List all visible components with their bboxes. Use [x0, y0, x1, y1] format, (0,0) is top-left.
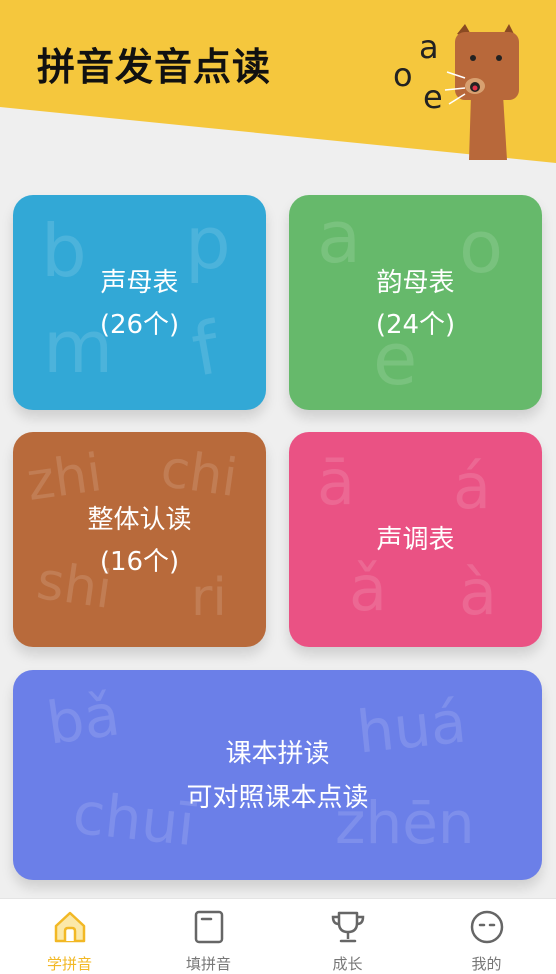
nav-item-mine[interactable]: 我的	[417, 899, 556, 974]
nav-item-fill-pinyin[interactable]: 填拼音	[139, 899, 278, 974]
card-subtitle: 可对照课本点读	[186, 783, 369, 813]
page-title: 拼音发音点读	[37, 45, 272, 89]
nav-label: 我的	[471, 955, 502, 973]
face-icon	[470, 910, 503, 944]
nav-label: 填拼音	[185, 955, 231, 973]
bottom-nav: 学拼音 填拼音 成长 我的	[0, 898, 556, 974]
bg-letter: à	[459, 556, 497, 629]
vowel-table-card[interactable]: a o e 韵母表 (24个)	[289, 195, 542, 410]
tone-table-card[interactable]: ā á ǎ à 声调表	[289, 432, 542, 647]
whole-syllable-card[interactable]: zhi chi shi ri 整体认读 (16个)	[13, 432, 266, 647]
bg-letter: ā	[317, 446, 355, 519]
nav-label: 成长	[332, 955, 363, 973]
card-count: (24个)	[375, 310, 456, 340]
textbook-reading-card[interactable]: bǎ huá chuī zhēn 课本拼读 可对照课本点读	[13, 670, 542, 880]
home-icon	[54, 911, 85, 943]
notebook-icon	[194, 910, 223, 944]
mascot-letter-a: a	[419, 28, 439, 66]
card-title: 整体认读	[87, 505, 192, 535]
card-count: (16个)	[99, 547, 180, 577]
consonant-table-card[interactable]: b p m f 声母表 (26个)	[13, 195, 266, 410]
app-screen: 拼音发音点读 a o e b p m f 声母表 (26个) a o e 韵母表…	[0, 0, 556, 974]
card-title: 声母表	[100, 268, 179, 298]
card-count: (26个)	[99, 310, 180, 340]
bg-letter: ǎ	[349, 552, 387, 625]
nav-item-growth[interactable]: 成长	[278, 899, 417, 974]
dog-mascot-icon: a o e	[393, 24, 519, 160]
nav-item-learn-pinyin[interactable]: 学拼音	[0, 899, 139, 974]
nav-label: 学拼音	[46, 955, 92, 973]
mascot-letter-o: o	[393, 56, 413, 94]
bg-letter: á	[453, 450, 491, 523]
card-title: 韵母表	[376, 268, 455, 298]
trophy-icon	[331, 911, 364, 943]
card-title: 声调表	[376, 525, 455, 555]
mascot-letter-e: e	[423, 78, 443, 116]
bg-letter: chi	[157, 439, 241, 509]
card-title: 课本拼读	[225, 739, 330, 769]
